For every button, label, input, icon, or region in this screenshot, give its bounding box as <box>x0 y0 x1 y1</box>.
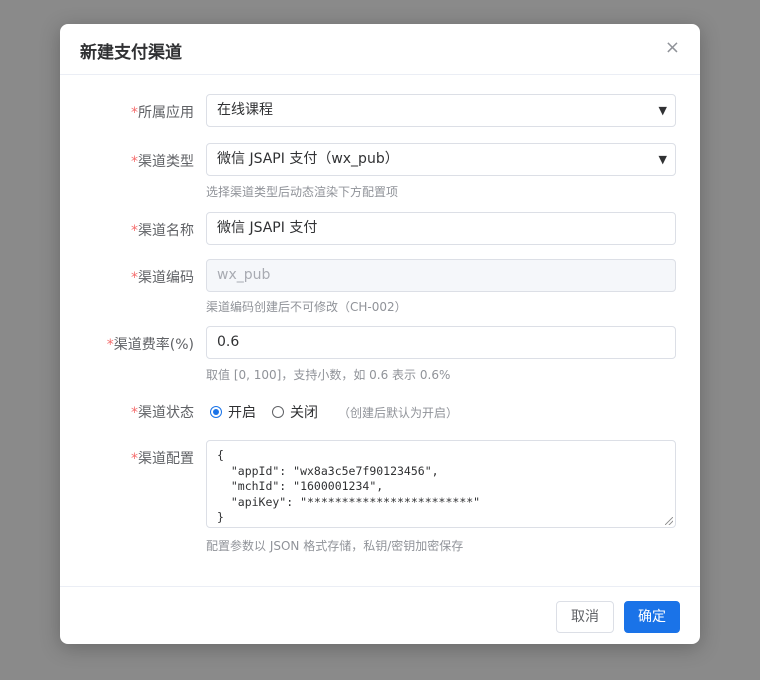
channel-type-select[interactable]: 微信 JSAPI 支付（wx_pub） ▼ <box>206 143 676 176</box>
fee-rate-input[interactable]: 0.6 <box>206 326 676 359</box>
channel-type-label: *渠道类型 <box>131 154 194 170</box>
dialog-title: 新建支付渠道 <box>80 43 182 63</box>
create-channel-dialog: 新建支付渠道 × *所属应用 在线课程 ▼ *渠道类型 微信 JSAPI 支付（… <box>60 24 700 644</box>
status-label: *渠道状态 <box>131 405 194 421</box>
config-textarea[interactable]: { "appId": "wx8a3c5e7f90123456", "mchId"… <box>206 440 676 528</box>
chevron-down-icon: ▼ <box>658 104 667 117</box>
channel-name-label: *渠道名称 <box>131 223 194 239</box>
app-label: *所属应用 <box>131 105 194 121</box>
channel-code-hint: 渠道编码创建后不可修改（CH-002） <box>206 300 407 314</box>
config-hint: 配置参数以 JSON 格式存储，私钥/密钥加密保存 <box>206 539 464 553</box>
status-radio-group: 开启 关闭 （创建后默认为开启） <box>210 402 458 422</box>
status-radio-on[interactable]: 开启 <box>210 402 256 422</box>
channel-code-input: wx_pub <box>206 259 676 292</box>
close-icon[interactable]: × <box>665 38 680 58</box>
confirm-button[interactable]: 确定 <box>624 601 680 633</box>
channel-code-label: *渠道编码 <box>131 270 194 286</box>
fee-rate-hint: 取值 [0, 100]，支持小数，如 0.6 表示 0.6% <box>206 368 451 382</box>
fee-rate-label: *渠道费率(%) <box>106 337 194 353</box>
dialog-header: 新建支付渠道 × <box>60 24 700 75</box>
radio-checked-icon <box>210 406 222 418</box>
resize-handle-icon[interactable] <box>665 517 673 525</box>
config-label: *渠道配置 <box>131 451 194 467</box>
chevron-down-icon: ▼ <box>658 153 667 166</box>
radio-unchecked-icon <box>272 406 284 418</box>
channel-type-hint: 选择渠道类型后动态渲染下方配置项 <box>206 185 399 199</box>
status-note: （创建后默认为开启） <box>338 405 459 420</box>
app-select[interactable]: 在线课程 ▼ <box>206 94 676 127</box>
dialog-footer: 取消 确定 <box>60 586 700 644</box>
cancel-button[interactable]: 取消 <box>556 601 614 633</box>
status-radio-off[interactable]: 关闭 <box>272 402 318 422</box>
channel-name-input[interactable]: 微信 JSAPI 支付 <box>206 212 676 245</box>
